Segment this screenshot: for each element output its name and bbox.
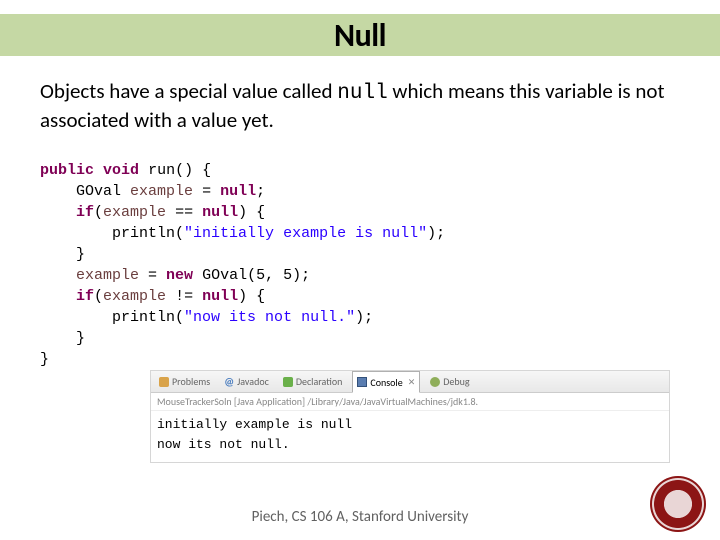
tab-strip: Problems @ Javadoc Declaration Console ✕… xyxy=(151,371,669,393)
type-goval: GOval xyxy=(76,183,121,200)
console-line-2: now its not null. xyxy=(157,437,290,452)
declaration-icon xyxy=(283,377,293,387)
console-process: MouseTrackerSoln [Java Application] /Lib… xyxy=(151,393,669,411)
slide: Null Objects have a special value called… xyxy=(0,0,720,540)
kw-public: public xyxy=(40,162,94,179)
tab-declaration[interactable]: Declaration xyxy=(279,375,347,388)
var-example: example xyxy=(130,183,193,200)
code-block: public void run() { GOval example = null… xyxy=(40,160,445,370)
kw-void: void xyxy=(103,162,139,179)
footer: Piech, CS 106 A, Stanford University xyxy=(0,508,720,526)
problems-icon xyxy=(159,377,169,387)
kw-new: new xyxy=(166,267,193,284)
fn-println: println xyxy=(112,225,175,242)
console-line-1: initially example is null xyxy=(157,417,352,432)
tab-console[interactable]: Console ✕ xyxy=(352,371,420,393)
desc-code: null xyxy=(337,82,387,105)
tab-problems-label: Problems xyxy=(172,375,210,388)
method-name: run xyxy=(148,162,175,179)
tab-debug[interactable]: Debug xyxy=(426,375,473,388)
debug-icon xyxy=(430,377,440,387)
title-bar: Null xyxy=(0,14,720,56)
tab-javadoc-label: Javadoc xyxy=(237,375,269,388)
javadoc-icon: @ xyxy=(224,375,234,388)
console-panel: Problems @ Javadoc Declaration Console ✕… xyxy=(150,370,670,463)
tab-declaration-label: Declaration xyxy=(296,375,343,388)
tab-console-label: Console xyxy=(370,376,402,389)
console-output: initially example is null now its not nu… xyxy=(151,411,669,462)
kw-null: null xyxy=(220,183,256,200)
str-1: "initially example is null" xyxy=(184,225,427,242)
desc-pre: Objects have a special value called xyxy=(40,78,337,104)
paren: () { xyxy=(175,162,211,179)
tab-javadoc[interactable]: @ Javadoc xyxy=(220,375,273,388)
kw-if: if xyxy=(76,204,94,221)
slide-title: Null xyxy=(334,16,386,55)
stanford-seal-icon xyxy=(650,476,706,532)
close-icon[interactable]: ✕ xyxy=(408,377,416,388)
str-2: "now its not null." xyxy=(184,309,355,326)
tab-debug-label: Debug xyxy=(443,375,469,388)
console-icon xyxy=(357,377,367,387)
tab-problems[interactable]: Problems xyxy=(155,375,214,388)
description: Objects have a special value called null… xyxy=(40,78,680,135)
